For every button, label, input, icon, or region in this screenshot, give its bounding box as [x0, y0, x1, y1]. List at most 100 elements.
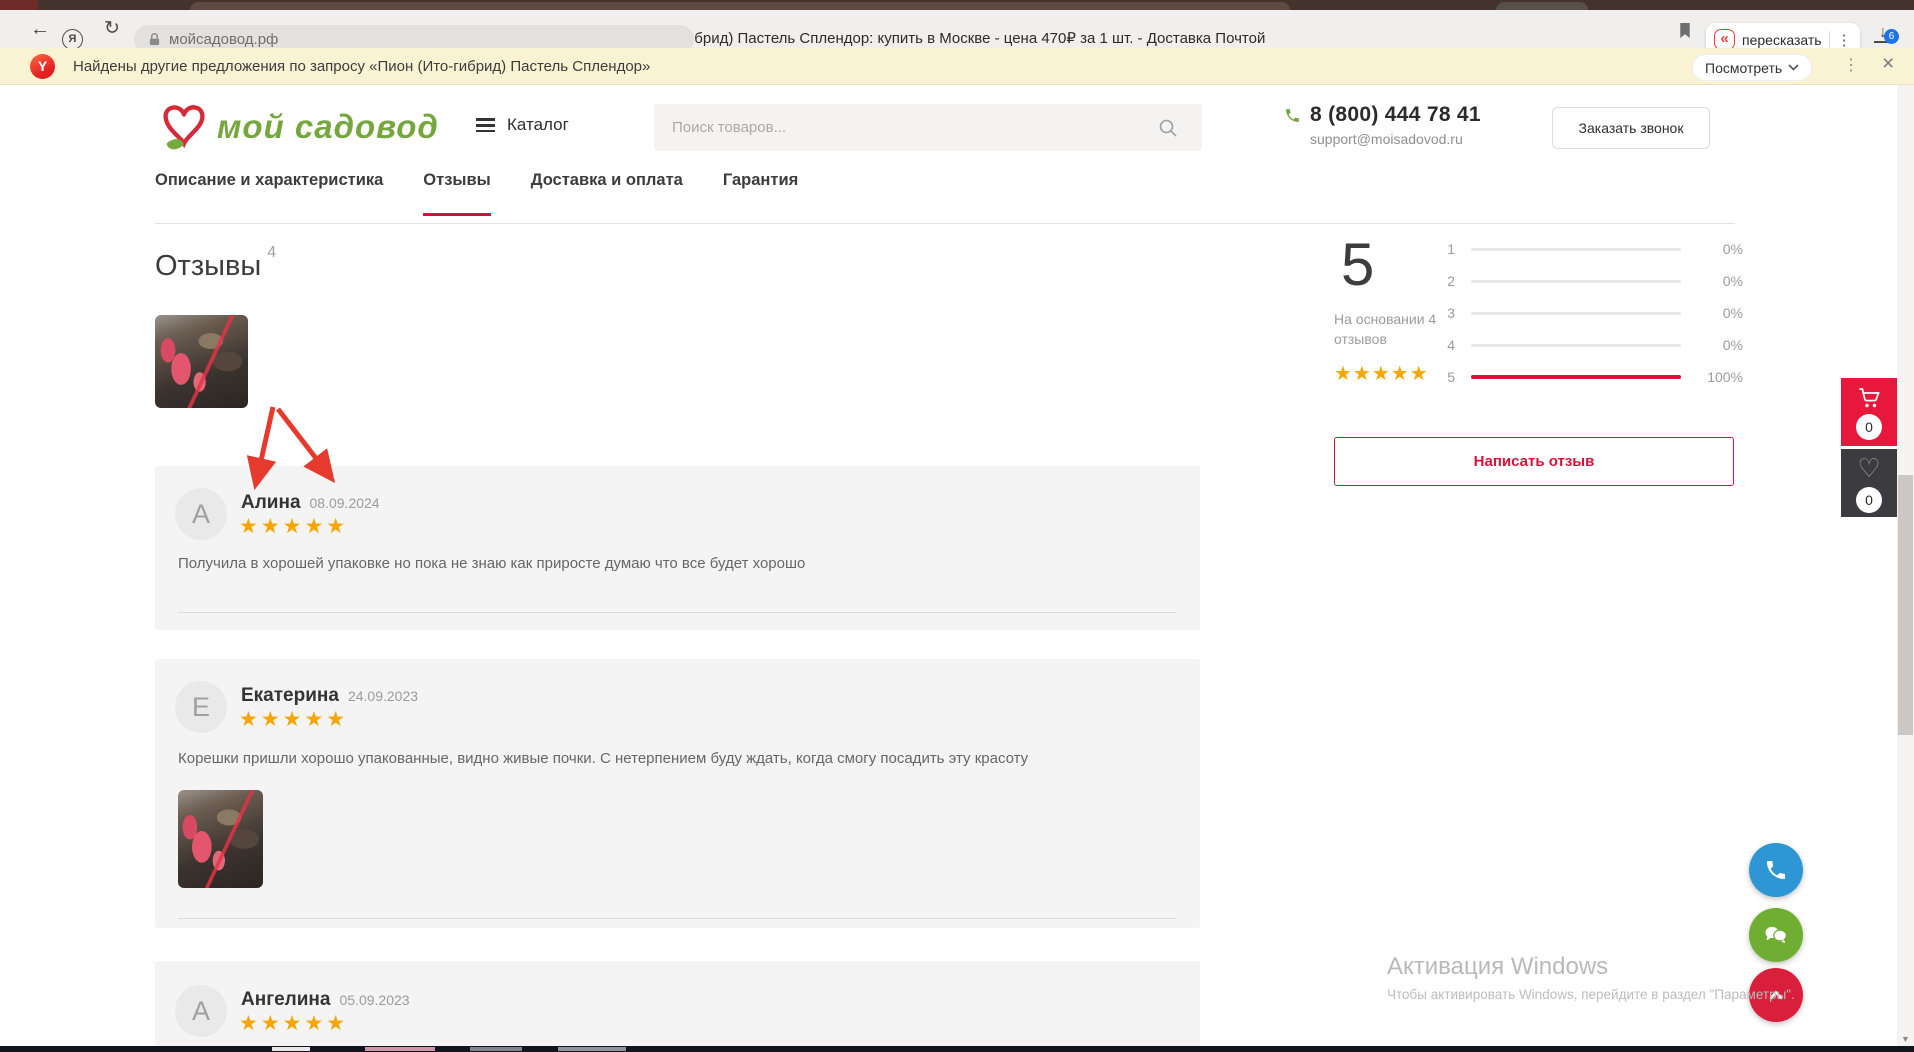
review-card: А Алина08.09.2024 ★★★★★ Получила в хорош…: [155, 466, 1200, 630]
support-email[interactable]: support@moisadovod.ru: [1284, 131, 1481, 147]
distribution-percent: 0%: [1697, 273, 1743, 289]
reviews-count: 4: [267, 244, 276, 261]
callback-button[interactable]: Заказать звонок: [1552, 107, 1710, 149]
download-badge: 6: [1884, 29, 1899, 44]
logo-heart-leaf-icon: [155, 98, 213, 156]
review-header: Екатерина24.09.2023: [241, 685, 418, 707]
taskbar-item: [272, 1047, 310, 1051]
browser-tabstrip: [0, 0, 1914, 10]
distribution-level: 2: [1443, 273, 1455, 289]
phone-icon: [1284, 107, 1301, 124]
pill-menu-icon[interactable]: ⋮: [1837, 31, 1852, 49]
review-gallery-photo[interactable]: [155, 315, 248, 408]
rating-basis-line2: отзывов: [1334, 329, 1454, 349]
summary-stars: ★★★★★: [1334, 361, 1429, 386]
card-divider: [178, 918, 1177, 919]
yandex-logo-icon: Y: [30, 54, 55, 79]
search-input[interactable]: [654, 104, 1202, 151]
distribution-row: 1 0%: [1443, 240, 1743, 258]
heart-icon: ♡: [1857, 454, 1880, 482]
reviewer-name: Ангелина: [241, 989, 330, 1010]
reload-icon[interactable]: ↻: [104, 10, 120, 48]
distribution-bar: [1471, 312, 1681, 315]
scrollbar-down-arrow[interactable]: ▼: [1901, 1034, 1910, 1044]
avatar: Е: [175, 681, 227, 733]
distribution-bar: [1471, 248, 1681, 251]
product-tabs: Описание и характеристика Отзывы Доставк…: [155, 171, 798, 216]
logo-text: мой садовод: [217, 108, 439, 146]
avatar: А: [175, 985, 227, 1037]
notification-text: Найдены другие предложения по запросу «П…: [73, 58, 650, 75]
review-text: Корешки пришли хорошо упакованные, видно…: [178, 750, 1177, 767]
chat-bubbles-icon: [1763, 923, 1789, 947]
cart-widget[interactable]: 0: [1841, 378, 1897, 446]
url-text: мойсадовод.рф: [169, 31, 278, 48]
distribution-row: 3 0%: [1443, 304, 1743, 322]
retell-quote-icon: «: [1714, 29, 1735, 50]
review-header: Ангелина 05.09.2023: [241, 989, 410, 1011]
review-card: А Ангелина 05.09.2023 ★★★★★: [155, 961, 1200, 1052]
reviewer-name: Екатерина: [241, 685, 339, 706]
notification-menu-icon[interactable]: ⋮: [1843, 55, 1859, 75]
taskbar-edge: [0, 1046, 1914, 1052]
cart-icon: [1856, 387, 1882, 409]
distribution-percent: 0%: [1697, 305, 1743, 321]
distribution-level: 3: [1443, 305, 1455, 321]
rating-basis-line1: На основании 4: [1334, 309, 1454, 329]
distribution-row: 4 0%: [1443, 336, 1743, 354]
reviews-title: Отзывы: [155, 250, 261, 282]
card-divider: [178, 612, 1177, 613]
favorites-widget[interactable]: ♡ 0: [1841, 449, 1897, 517]
average-rating: 5: [1341, 230, 1374, 299]
review-stars: ★★★★★: [239, 707, 348, 732]
avatar: А: [175, 488, 227, 540]
distribution-percent: 0%: [1697, 241, 1743, 257]
review-stars: ★★★★★: [239, 1011, 348, 1036]
rating-basis: На основании 4 отзывов: [1334, 309, 1454, 349]
distribution-level: 5: [1443, 369, 1455, 385]
lock-icon: [148, 32, 161, 47]
retell-label: пересказать: [1742, 32, 1822, 48]
browser-active-tab[interactable]: [190, 2, 1290, 10]
site-logo[interactable]: мой садовод: [155, 98, 439, 156]
write-review-button[interactable]: Написать отзыв: [1334, 437, 1734, 486]
view-offers-button[interactable]: Посмотреть: [1692, 54, 1812, 81]
distribution-bar: [1471, 280, 1681, 283]
yandex-browser-icon[interactable]: Я: [62, 29, 83, 50]
favorites-count-badge: 0: [1856, 487, 1882, 513]
chevron-down-icon: [1788, 64, 1799, 71]
tab-reviews[interactable]: Отзывы: [423, 171, 490, 216]
windows-activation-watermark: Активация Windows Чтобы активировать Win…: [1387, 953, 1857, 1002]
scrollbar-track[interactable]: ▼: [1897, 85, 1914, 1046]
offers-notification-bar: Y Найдены другие предложения по запросу …: [0, 48, 1914, 85]
hamburger-icon: [476, 115, 495, 136]
review-header: Алина08.09.2024: [241, 492, 380, 514]
phone-number[interactable]: 8 (800) 444 78 41: [1310, 103, 1481, 127]
review-photo[interactable]: [178, 790, 263, 888]
cart-count-badge: 0: [1856, 414, 1882, 440]
notification-close-icon[interactable]: ×: [1882, 52, 1894, 76]
distribution-row: 2 0%: [1443, 272, 1743, 290]
catalog-label: Каталог: [507, 115, 569, 135]
taskbar-item: [558, 1047, 626, 1051]
bookmark-icon[interactable]: [1678, 22, 1692, 44]
back-icon[interactable]: ←: [30, 10, 50, 48]
rating-distribution: 1 0% 2 0% 3 0% 4 0% 5 100%: [1443, 240, 1743, 386]
search-icon[interactable]: [1158, 118, 1178, 143]
view-offers-label: Посмотреть: [1705, 60, 1782, 76]
call-fab-button[interactable]: [1749, 843, 1803, 897]
distribution-percent: 100%: [1697, 369, 1743, 385]
tab-delivery[interactable]: Доставка и оплата: [531, 171, 683, 216]
taskbar-item: [365, 1047, 435, 1051]
review-date: 08.09.2024: [310, 495, 380, 511]
taskbar-item: [470, 1047, 522, 1051]
scrollbar-thumb[interactable]: [1898, 475, 1913, 735]
download-icon[interactable]: ↓ 6: [1874, 24, 1892, 43]
review-date: 05.09.2023: [339, 992, 409, 1008]
tab-description[interactable]: Описание и характеристика: [155, 171, 383, 216]
browser-secondary-tab[interactable]: [1496, 2, 1588, 10]
review-card: Е Екатерина24.09.2023 ★★★★★ Корешки приш…: [155, 659, 1200, 928]
distribution-level: 1: [1443, 241, 1455, 257]
catalog-menu-button[interactable]: Каталог: [476, 115, 569, 136]
tab-warranty[interactable]: Гарантия: [723, 171, 798, 216]
